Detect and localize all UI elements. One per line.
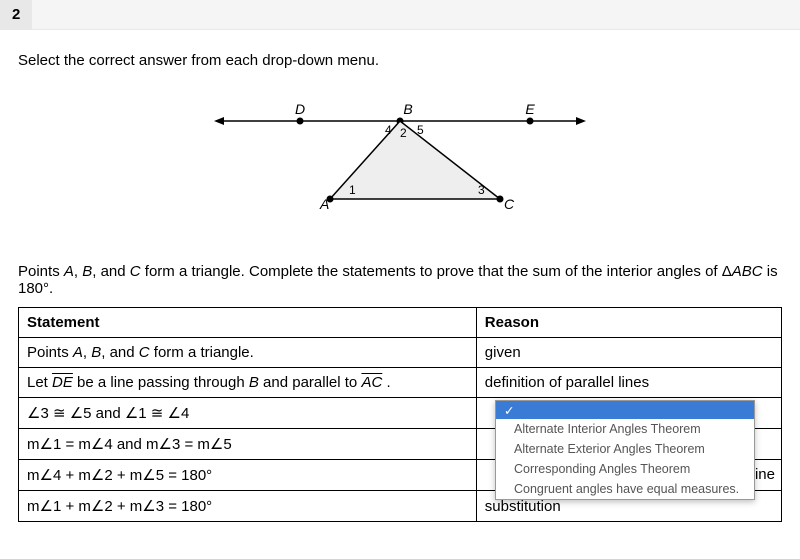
statement-cell: Let DE be a line passing through B and p… xyxy=(19,368,477,398)
question-number: 2 xyxy=(0,0,32,29)
table-row: Points A, B, and C form a triangle. give… xyxy=(19,338,782,368)
question-header: 2 xyxy=(0,0,800,30)
angle-5: 5 xyxy=(417,123,424,137)
dropdown-selected-blank[interactable]: ✓ xyxy=(496,401,754,419)
geometry-figure: D B E A C 4 2 5 1 3 xyxy=(18,99,782,223)
dropdown-option[interactable]: Congruent angles have equal measures. xyxy=(496,479,754,499)
label-D: D xyxy=(295,101,305,117)
statement-cell: m∠1 + m∠2 + m∠3 = 180° xyxy=(19,491,477,522)
dropdown-option[interactable]: Alternate Interior Angles Theorem xyxy=(496,419,754,439)
header-reason: Reason xyxy=(476,308,781,338)
prompt-text: Points A, B, and C form a triangle. Comp… xyxy=(18,263,782,297)
reason-dropdown-open[interactable]: ✓ Alternate Interior Angles Theorem Alte… xyxy=(495,400,755,500)
table-row: Let DE be a line passing through B and p… xyxy=(19,368,782,398)
statement-cell: Points A, B, and C form a triangle. xyxy=(19,338,477,368)
dropdown-option[interactable]: Alternate Exterior Angles Theorem xyxy=(496,439,754,459)
statement-cell: ∠3 ≅ ∠5 and ∠1 ≅ ∠4 xyxy=(19,398,477,429)
angle-3: 3 xyxy=(478,183,485,197)
label-E: E xyxy=(525,101,535,117)
content-area: Select the correct answer from each drop… xyxy=(0,30,800,522)
angle-1: 1 xyxy=(349,183,356,197)
dropdown-option[interactable]: Corresponding Angles Theorem xyxy=(496,459,754,479)
angle-2: 2 xyxy=(400,126,407,140)
instruction-text: Select the correct answer from each drop… xyxy=(18,52,782,69)
label-C: C xyxy=(504,196,515,212)
reason-cell[interactable]: definition of parallel lines xyxy=(476,368,781,398)
label-B: B xyxy=(403,101,412,117)
header-statement: Statement xyxy=(19,308,477,338)
statement-cell: m∠4 + m∠2 + m∠5 = 180° xyxy=(19,460,477,491)
statement-cell: m∠1 = m∠4 and m∠3 = m∠5 xyxy=(19,429,477,460)
angle-4: 4 xyxy=(385,123,392,137)
reason-cell[interactable]: given xyxy=(476,338,781,368)
label-A: A xyxy=(319,196,329,212)
check-icon: ✓ xyxy=(504,404,514,418)
